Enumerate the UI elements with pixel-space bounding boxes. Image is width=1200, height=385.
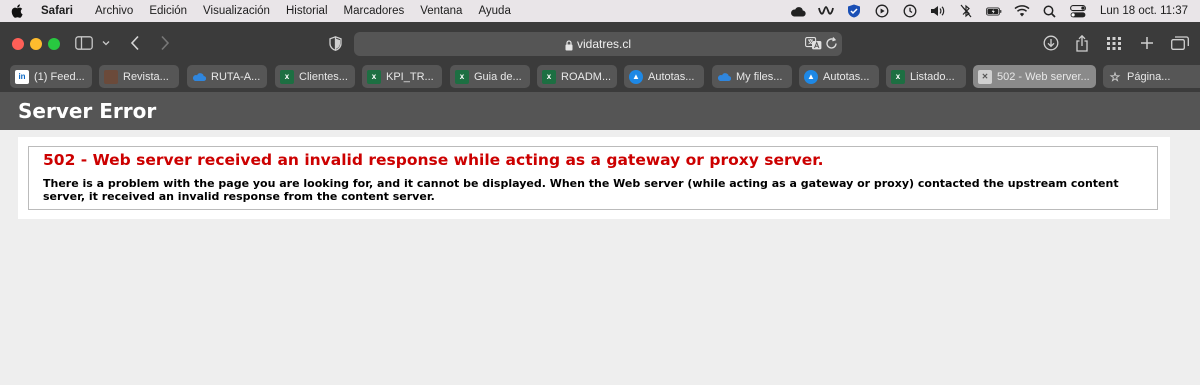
safari-toolbar: vidatres.cl: [0, 22, 1200, 62]
address-bar[interactable]: vidatres.cl: [354, 32, 842, 56]
wifi-icon[interactable]: [1014, 4, 1030, 18]
url-text: vidatres.cl: [576, 37, 632, 51]
tab-label: 502 - Web server...: [997, 70, 1090, 83]
shield-app-icon[interactable]: [846, 4, 862, 18]
autotask-icon: ▲: [804, 69, 818, 84]
forward-button-icon[interactable]: [156, 32, 174, 54]
excel-icon: x: [542, 69, 556, 84]
window-zoom-button[interactable]: [48, 38, 60, 50]
tab-listado[interactable]: x Listado...: [886, 65, 966, 88]
menu-archivo[interactable]: Archivo: [95, 5, 133, 17]
apple-menu-icon[interactable]: [11, 4, 27, 18]
page-header: Server Error: [0, 92, 1200, 130]
tab-label: Autotas...: [648, 70, 695, 83]
page-title: Server Error: [18, 99, 157, 123]
tab-label: Clientes...: [299, 70, 348, 83]
tab-guia[interactable]: x Guia de...: [450, 65, 530, 88]
macos-menu-bar: Safari Archivo Edición Visualización His…: [0, 0, 1200, 22]
share-icon[interactable]: [1073, 32, 1091, 54]
tab-label: Revista...: [123, 70, 169, 83]
spotlight-search-icon[interactable]: [1042, 4, 1058, 18]
error-heading: 502 - Web server received an invalid res…: [43, 151, 824, 169]
reload-icon[interactable]: [825, 37, 838, 55]
excel-icon: x: [455, 69, 469, 84]
tab-label: RUTA-A...: [211, 70, 261, 83]
tab-roadmap[interactable]: x ROADM...: [537, 65, 617, 88]
menu-historial[interactable]: Historial: [286, 5, 328, 17]
menu-app-safari[interactable]: Safari: [41, 5, 73, 17]
volume-icon[interactable]: [930, 4, 946, 18]
tab-label: (1) Feed...: [34, 70, 85, 83]
page-content: 502 - Web server received an invalid res…: [0, 130, 1200, 385]
image-thumbnail-icon: [104, 69, 118, 84]
error-box: 502 - Web server received an invalid res…: [28, 146, 1158, 210]
star-icon: ☆: [1109, 69, 1121, 84]
close-tab-icon[interactable]: ✕: [978, 69, 992, 84]
tab-linkedin-feed[interactable]: in (1) Feed...: [10, 65, 92, 88]
tab-label: ROADM...: [561, 70, 612, 83]
tab-ruta[interactable]: RUTA-A...: [187, 65, 267, 88]
sidebar-menu-chevron-icon[interactable]: [100, 32, 112, 54]
tab-label: My files...: [736, 70, 783, 83]
excel-icon: x: [280, 69, 294, 84]
tab-clientes[interactable]: x Clientes...: [275, 65, 355, 88]
menu-visualizacion[interactable]: Visualización: [203, 5, 270, 17]
excel-icon: x: [367, 69, 381, 84]
menu-bar-status-area: Lun 18 oct. 11:37: [778, 0, 1200, 22]
tab-label: KPI_TR...: [386, 70, 434, 83]
tab-label: Página...: [1127, 70, 1171, 83]
sidebar-toggle-icon[interactable]: [74, 32, 94, 54]
error-description: There is a problem with the page you are…: [43, 177, 1119, 203]
tab-label: Listado...: [910, 70, 955, 83]
back-button-icon[interactable]: [126, 32, 144, 54]
tab-overview-grid-icon[interactable]: [1105, 32, 1123, 54]
battery-charging-icon[interactable]: [986, 4, 1002, 18]
tab-autotask-1[interactable]: ▲ Autotas...: [624, 65, 704, 88]
tab-label: Guia de...: [474, 70, 522, 83]
webex-icon[interactable]: [818, 4, 834, 18]
error-panel: 502 - Web server received an invalid res…: [18, 137, 1170, 219]
control-center-icon[interactable]: [1070, 4, 1086, 18]
menu-marcadores[interactable]: Marcadores: [344, 5, 405, 17]
bluetooth-off-icon[interactable]: [958, 4, 974, 18]
new-tab-plus-icon[interactable]: [1138, 32, 1156, 54]
linkedin-icon: in: [15, 69, 29, 84]
tab-autotask-2[interactable]: ▲ Autotas...: [799, 65, 879, 88]
menu-bar-clock[interactable]: Lun 18 oct. 11:37: [1100, 5, 1188, 17]
icloud-icon[interactable]: [790, 4, 806, 18]
window-close-button[interactable]: [12, 38, 24, 50]
onedrive-cloud-icon: [717, 70, 731, 84]
excel-icon: x: [891, 69, 905, 84]
show-all-tabs-icon[interactable]: [1170, 32, 1190, 54]
tab-pagina[interactable]: ☆ Página...: [1103, 65, 1200, 88]
translate-icon[interactable]: [805, 37, 822, 55]
tab-502-web-server-active[interactable]: ✕ 502 - Web server...: [973, 65, 1096, 88]
time-machine-icon[interactable]: [902, 4, 918, 18]
menu-edicion[interactable]: Edición: [149, 5, 187, 17]
autotask-icon: ▲: [629, 69, 643, 84]
onedrive-cloud-icon: [192, 70, 206, 84]
privacy-report-shield-icon[interactable]: [326, 32, 344, 54]
window-minimize-button[interactable]: [30, 38, 42, 50]
tab-my-files[interactable]: My files...: [712, 65, 792, 88]
tab-label: Autotas...: [823, 70, 870, 83]
address-bar-url: vidatres.cl: [354, 37, 842, 51]
menu-ayuda[interactable]: Ayuda: [478, 5, 510, 17]
tab-bar: in (1) Feed... Revista... RUTA-A... x Cl…: [0, 62, 1200, 92]
menu-ventana[interactable]: Ventana: [420, 5, 462, 17]
downloads-icon[interactable]: [1042, 32, 1060, 54]
tab-kpi-tr[interactable]: x KPI_TR...: [362, 65, 442, 88]
play-circle-icon[interactable]: [874, 4, 890, 18]
tab-revista[interactable]: Revista...: [99, 65, 179, 88]
